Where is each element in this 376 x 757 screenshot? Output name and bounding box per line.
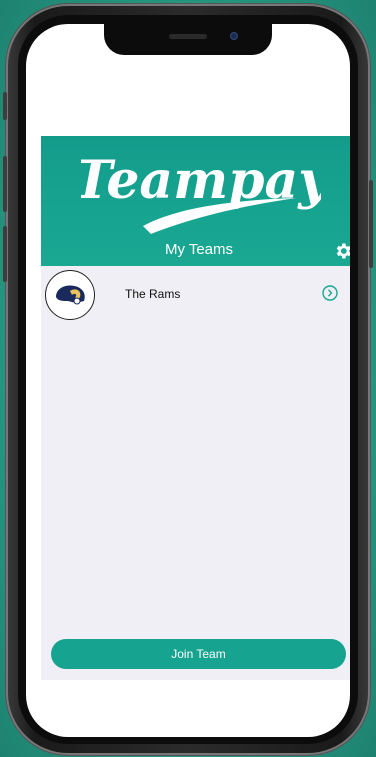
- page-title: My Teams: [164, 241, 234, 258]
- join-team-button[interactable]: Join Team: [51, 639, 346, 669]
- team-name: The Rams: [125, 287, 181, 301]
- notch: [104, 24, 272, 55]
- chevron-right-circle-icon[interactable]: [322, 285, 338, 301]
- front-camera: [230, 32, 238, 40]
- mute-switch: [3, 92, 7, 120]
- power-button: [369, 180, 373, 268]
- volume-up-button: [3, 156, 7, 212]
- teampay-logo: Teampay: [81, 150, 321, 234]
- rams-helmet-logo: [56, 285, 85, 305]
- team-avatar: [45, 270, 95, 320]
- phone-frame: Teampay My Teams The Rams Join Team: [3, 4, 373, 755]
- speaker-grille: [169, 34, 207, 39]
- app-content: Teampay My Teams The Rams Join Team: [41, 136, 350, 680]
- volume-down-button: [3, 226, 7, 282]
- gear-icon[interactable]: [333, 241, 350, 261]
- header: Teampay My Teams: [41, 136, 350, 266]
- screen: Teampay My Teams The Rams Join Team: [26, 24, 350, 737]
- team-list-item[interactable]: The Rams: [41, 268, 350, 322]
- logo-text: Teampay: [81, 150, 321, 211]
